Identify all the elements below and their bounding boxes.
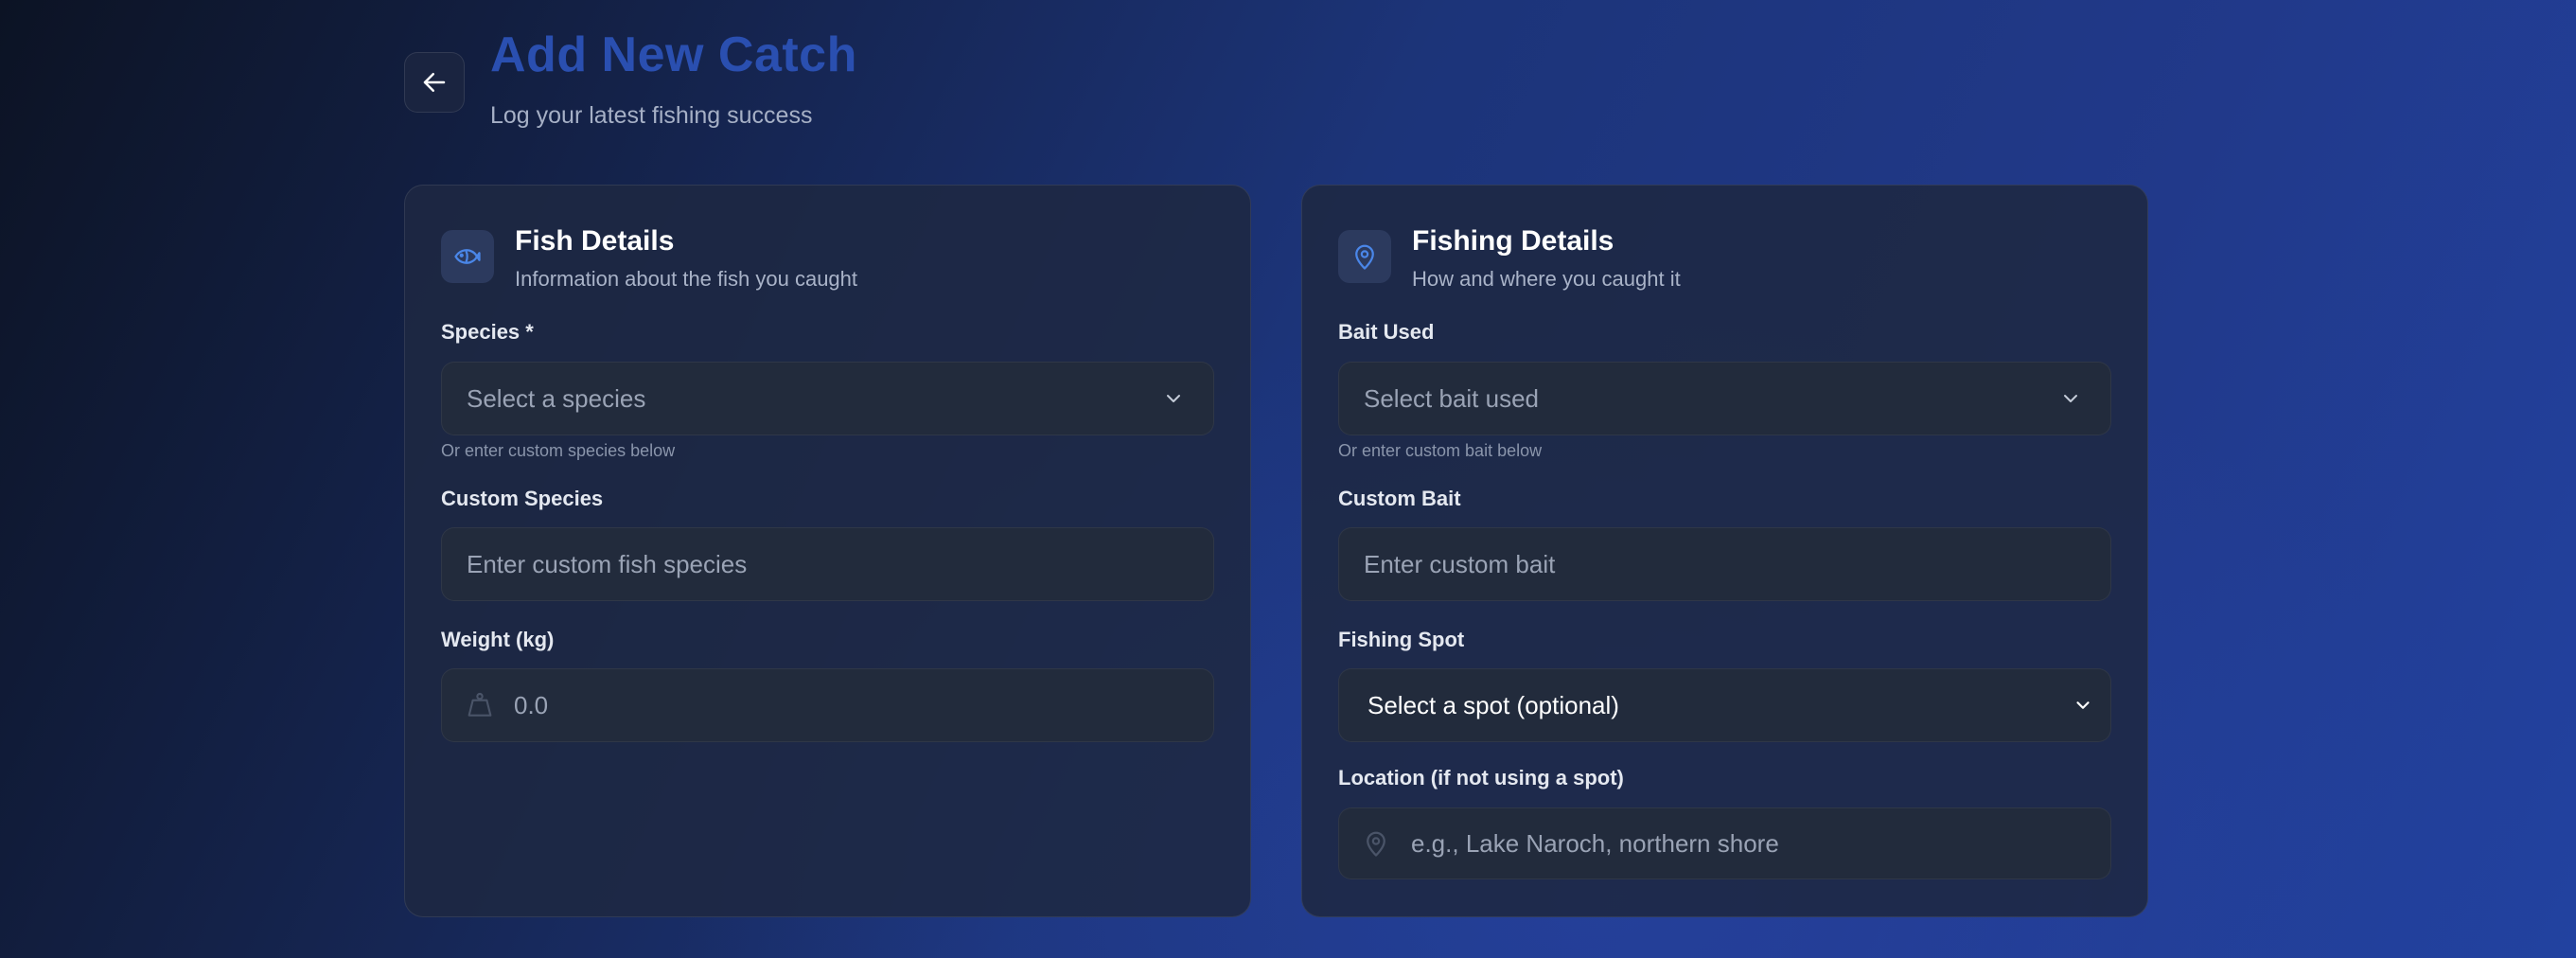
arrow-left-icon [423,73,446,92]
custom-bait-input[interactable]: Enter custom bait [1338,527,2111,601]
weight-input[interactable]: 0.0 [441,668,1214,742]
fishing-details-description: How and where you caught it [1412,267,1681,291]
species-label: Species * [441,320,534,344]
fishing-spot-value: Select a spot (optional) [1367,690,1619,719]
back-button[interactable] [404,52,465,113]
weight-icon [468,692,492,717]
chevron-down-icon [2064,395,2077,402]
custom-species-label: Custom Species [441,487,604,510]
custom-bait-placeholder: Enter custom bait [1364,549,1556,578]
fish-icon [441,230,494,283]
custom-species-placeholder: Enter custom fish species [467,549,748,578]
fishing-details-card: Fishing Details How and where you caught… [1301,185,2148,917]
species-select[interactable]: Select a species [441,362,1214,435]
species-hint: Or enter custom species below [441,441,676,460]
fishing-spot-select[interactable]: Select a spot (optional) [1338,668,2111,742]
bait-select[interactable]: Select bait used [1338,362,2111,435]
chevron-down-icon [1167,395,1180,402]
fish-details-title: Fish Details [515,225,675,257]
fish-details-description: Information about the fish you caught [515,267,858,291]
location-placeholder: e.g., Lake Naroch, northern shore [1411,828,1779,858]
species-select-placeholder: Select a species [467,383,646,413]
location-label: Location (if not using a spot) [1338,766,1624,789]
fishing-spot-label: Fishing Spot [1338,628,1465,651]
chevron-down-icon [2076,701,2090,709]
custom-bait-label: Custom Bait [1338,487,1461,510]
map-pin-icon [1367,831,1385,857]
weight-placeholder: 0.0 [514,690,549,719]
map-pin-icon [1338,230,1391,283]
page-subtitle: Log your latest fishing success [490,102,813,129]
weight-label: Weight (kg) [441,628,555,651]
fishing-details-title: Fishing Details [1412,225,1614,257]
fish-details-card: Fish Details Information about the fish … [404,185,1251,917]
bait-hint: Or enter custom bait below [1338,441,1543,460]
bait-select-placeholder: Select bait used [1364,383,1540,413]
bait-label: Bait Used [1338,320,1435,344]
location-input[interactable]: e.g., Lake Naroch, northern shore [1338,807,2111,879]
custom-species-input[interactable]: Enter custom fish species [441,527,1214,601]
page-title: Add New Catch [490,27,857,82]
